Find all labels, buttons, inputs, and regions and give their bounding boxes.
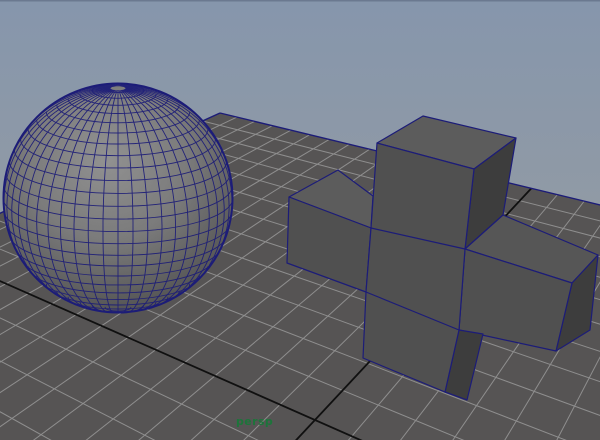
maya-perspective-viewport[interactable]: persp — [0, 0, 600, 440]
camera-label: persp — [236, 415, 274, 428]
viewport-canvas — [0, 0, 600, 440]
viewport-top-edge — [0, 0, 600, 2]
polygon-sphere[interactable] — [2, 82, 234, 314]
